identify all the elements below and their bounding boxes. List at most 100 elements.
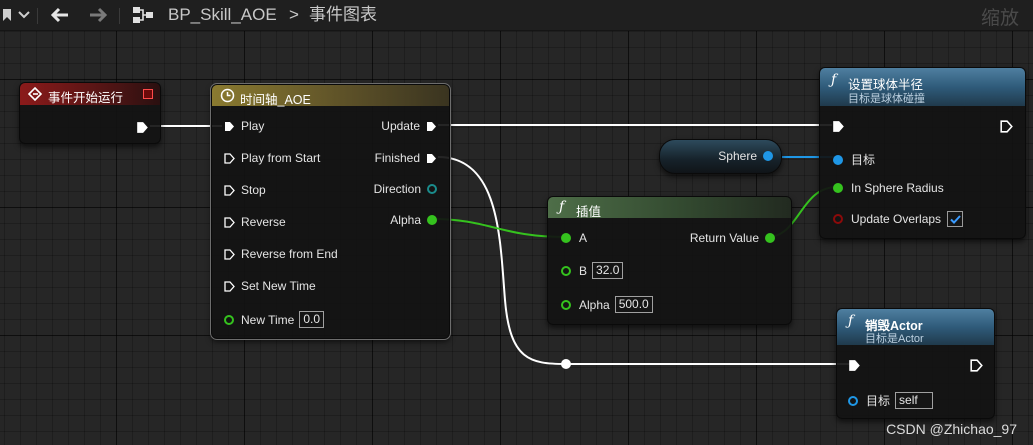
timeline-new-time-pin[interactable]: New Time 0.0 xyxy=(224,311,325,328)
breadcrumb-separator: > xyxy=(289,5,299,24)
timeline-input-label: Reverse from End xyxy=(241,247,338,261)
lerp-alpha-pin[interactable]: Alpha 500.0 xyxy=(561,296,653,313)
update-overlaps-label: Update Overlaps xyxy=(851,212,942,226)
exec-pin-icon xyxy=(224,216,235,228)
timeline-finished-pin[interactable]: Finished xyxy=(375,151,437,165)
exec-pin-icon xyxy=(224,280,235,292)
chevron-down-icon[interactable] xyxy=(15,0,33,30)
bool-pin-icon xyxy=(833,214,843,224)
destroy-actor-node[interactable]: ƒ 销毁Actor 目标是Actor 目标 self xyxy=(836,308,995,419)
exec-pin-icon xyxy=(224,152,235,164)
target-label: 目标 xyxy=(851,153,876,167)
breadcrumb-blueprint[interactable]: BP_Skill_AOE xyxy=(168,0,277,30)
timeline-reverse-pin[interactable]: Reverse xyxy=(224,215,286,229)
exec-pin-icon xyxy=(427,153,436,163)
float-pin-icon xyxy=(224,314,234,325)
timeline-header: 时间轴_AOE xyxy=(212,85,449,107)
new-time-label: New Time xyxy=(241,312,295,327)
breadcrumb-graph[interactable]: 事件图表 xyxy=(309,0,377,30)
event-begin-play-title: 事件开始运行 xyxy=(48,91,124,105)
float-pin-icon xyxy=(561,233,571,243)
enum-pin-icon xyxy=(427,184,437,194)
lerp-title: 插值 xyxy=(576,205,602,219)
destroy-target-pin[interactable]: 目标 self xyxy=(848,392,934,409)
in-sphere-radius-pin[interactable]: In Sphere Radius xyxy=(833,181,944,195)
timeline-play-from-start-pin[interactable]: Play from Start xyxy=(224,151,320,165)
set-radius-target-pin[interactable]: 目标 xyxy=(833,151,875,168)
object-pin-icon xyxy=(833,154,843,165)
timeline-set-new-time-pin[interactable]: Set New Time xyxy=(224,279,316,293)
set-sphere-radius-header: ƒ 设置球体半径 目标是球体碰撞 xyxy=(820,68,1025,106)
exec-pin-icon xyxy=(225,121,234,131)
delegate-pin-icon[interactable] xyxy=(143,89,153,99)
bookmark-icon[interactable] xyxy=(0,0,14,30)
timeline-input-label: Stop xyxy=(241,183,266,197)
float-pin-icon xyxy=(833,183,843,193)
lerp-node[interactable]: ƒ 插值 A B 32.0 Alpha 500.0 Return Value xyxy=(547,196,792,325)
event-diamond-icon xyxy=(27,86,43,104)
lerp-alpha-input[interactable]: 500.0 xyxy=(614,296,653,313)
timeline-node[interactable]: 时间轴_AOE Play Play from Start Stop Revers… xyxy=(210,83,451,340)
lerp-return-pin[interactable]: Return Value xyxy=(690,231,775,245)
reroute-node[interactable] xyxy=(561,359,571,369)
float-pin-icon xyxy=(561,265,571,276)
exec-in-pin[interactable] xyxy=(848,359,861,377)
timeline-input-label: Reverse xyxy=(241,215,286,229)
timeline-output-label: Finished xyxy=(374,151,420,165)
sphere-out-pin[interactable]: Sphere xyxy=(718,149,773,163)
lerp-b-input[interactable]: 32.0 xyxy=(592,262,624,279)
toolbar-divider xyxy=(119,8,120,24)
timeline-output-label: Direction xyxy=(373,182,421,196)
exec-pin-icon xyxy=(224,184,235,196)
timeline-output-label: Alpha xyxy=(390,213,421,227)
timeline-stop-pin[interactable]: Stop xyxy=(224,183,266,197)
destroy-actor-subtitle: 目标是Actor xyxy=(865,333,924,345)
timeline-direction-pin[interactable]: Direction xyxy=(374,182,437,196)
new-time-input[interactable]: 0.0 xyxy=(299,311,325,328)
timeline-input-label: Play from Start xyxy=(241,151,321,165)
object-pin-icon xyxy=(848,395,858,406)
event-begin-play-header: 事件开始运行 xyxy=(20,83,160,105)
exec-out-pin[interactable] xyxy=(1000,120,1013,138)
lerp-b-label: B xyxy=(579,263,588,278)
set-sphere-radius-subtitle: 目标是球体碰撞 xyxy=(848,93,925,105)
clock-icon xyxy=(220,88,235,106)
function-icon: ƒ xyxy=(559,199,565,215)
timeline-update-pin[interactable]: Update xyxy=(381,119,437,133)
exec-pin-icon xyxy=(427,121,436,131)
sphere-variable-node[interactable]: Sphere xyxy=(659,139,782,174)
timeline-alpha-pin[interactable]: Alpha xyxy=(390,213,437,227)
lerp-header: ƒ 插值 xyxy=(548,197,791,219)
graph-icon xyxy=(128,0,158,30)
lerp-return-label: Return Value xyxy=(689,231,759,245)
lerp-b-pin[interactable]: B 32.0 xyxy=(561,262,624,279)
event-begin-play-node[interactable]: 事件开始运行 xyxy=(19,82,161,144)
function-icon: ƒ xyxy=(848,313,854,329)
destroy-target-label: 目标 xyxy=(866,394,891,408)
set-sphere-radius-node[interactable]: ƒ 设置球体半径 目标是球体碰撞 目标 In Sphere Radius Upd… xyxy=(819,67,1026,239)
back-arrow-icon[interactable] xyxy=(46,0,74,30)
destroy-target-input[interactable]: self xyxy=(895,392,934,409)
exec-out-pin[interactable] xyxy=(136,121,149,139)
lerp-a-label: A xyxy=(579,231,588,245)
timeline-title: 时间轴_AOE xyxy=(240,93,311,107)
timeline-input-label: Set New Time xyxy=(241,279,316,293)
credit-watermark: CSDN @Zhichao_97 xyxy=(886,421,1017,437)
timeline-input-label: Play xyxy=(241,119,265,133)
checkmark-icon xyxy=(949,214,961,224)
lerp-a-pin[interactable]: A xyxy=(561,231,587,245)
zoom-label: 缩放 xyxy=(980,8,1019,29)
exec-in-pin[interactable] xyxy=(832,120,845,138)
exec-out-pin[interactable] xyxy=(970,359,983,377)
graph-toolbar: BP_Skill_AOE > 事件图表 缩放 xyxy=(0,0,1033,31)
toolbar-divider xyxy=(37,8,38,24)
timeline-reverse-from-end-pin[interactable]: Reverse from End xyxy=(224,247,338,261)
update-overlaps-pin[interactable]: Update Overlaps xyxy=(833,211,964,227)
timeline-play-pin[interactable]: Play xyxy=(224,119,264,133)
forward-arrow-icon[interactable] xyxy=(84,0,112,30)
timeline-output-label: Update xyxy=(381,119,420,133)
function-icon: ƒ xyxy=(831,72,837,88)
update-overlaps-checkbox[interactable] xyxy=(947,211,964,227)
float-pin-icon xyxy=(561,299,571,310)
in-sphere-radius-label: In Sphere Radius xyxy=(851,181,944,195)
